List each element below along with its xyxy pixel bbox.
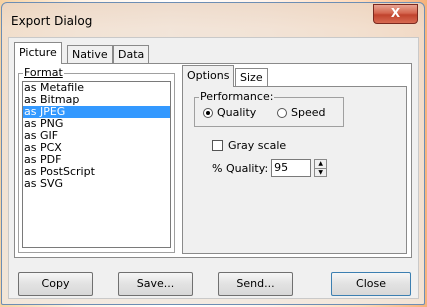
tab-options-label: Options	[187, 69, 230, 82]
quality-spinner[interactable]: ▲ ▼	[314, 159, 328, 177]
format-group: Format as Metafile as Bitmap as JPEG as …	[18, 66, 175, 253]
tab-native[interactable]: Native	[67, 45, 113, 63]
spin-up-icon[interactable]: ▲	[315, 160, 326, 168]
format-item-svg[interactable]: as SVG	[23, 178, 170, 190]
options-panel: Performance: Quality Speed Gray scale % …	[182, 86, 407, 254]
tab-options[interactable]: Options	[182, 65, 235, 87]
quality-row: % Quality: 95 ▲ ▼	[212, 159, 328, 177]
picture-panel: Format as Metafile as Bitmap as JPEG as …	[14, 63, 412, 258]
format-list[interactable]: as Metafile as Bitmap as JPEG as PNG as …	[22, 81, 171, 248]
quality-input[interactable]: 95	[271, 159, 312, 177]
tab-native-label: Native	[72, 48, 108, 61]
close-icon: X	[390, 6, 401, 20]
grayscale-checkbox[interactable]: Gray scale	[212, 139, 286, 152]
tab-data-label: Data	[118, 48, 145, 61]
speed-radio[interactable]: Speed	[277, 106, 325, 119]
window-title: Export Dialog	[11, 14, 93, 28]
performance-label: Performance:	[199, 90, 275, 103]
copy-button[interactable]: Copy	[18, 272, 93, 296]
quality-radio-dot	[203, 107, 213, 118]
quality-radio[interactable]: Quality	[203, 106, 256, 119]
tab-size[interactable]: Size	[235, 68, 268, 86]
format-label: Format	[23, 66, 64, 79]
speed-radio-dot	[277, 107, 287, 118]
tab-size-label: Size	[240, 71, 263, 84]
close-button[interactable]: Close	[331, 272, 411, 296]
save-button[interactable]: Save...	[118, 272, 193, 296]
grayscale-checkbox-box	[212, 140, 223, 151]
quality-percent-label: % Quality:	[212, 161, 269, 175]
performance-group: Performance: Quality Speed	[194, 90, 344, 127]
dialog-client-area: Picture Native Data Format as Metafile a…	[8, 37, 419, 299]
send-button[interactable]: Send...	[218, 272, 293, 296]
tab-picture[interactable]: Picture	[14, 42, 62, 64]
close-window-button[interactable]: X	[373, 4, 418, 24]
grayscale-label: Gray scale	[228, 139, 287, 152]
quality-radio-label: Quality	[217, 106, 257, 119]
spin-down-icon[interactable]: ▼	[315, 168, 327, 177]
export-dialog-window: Export Dialog X Picture Native Data Form…	[1, 2, 425, 305]
tab-data[interactable]: Data	[113, 45, 150, 63]
speed-radio-label: Speed	[291, 106, 326, 119]
tab-picture-label: Picture	[19, 46, 57, 59]
